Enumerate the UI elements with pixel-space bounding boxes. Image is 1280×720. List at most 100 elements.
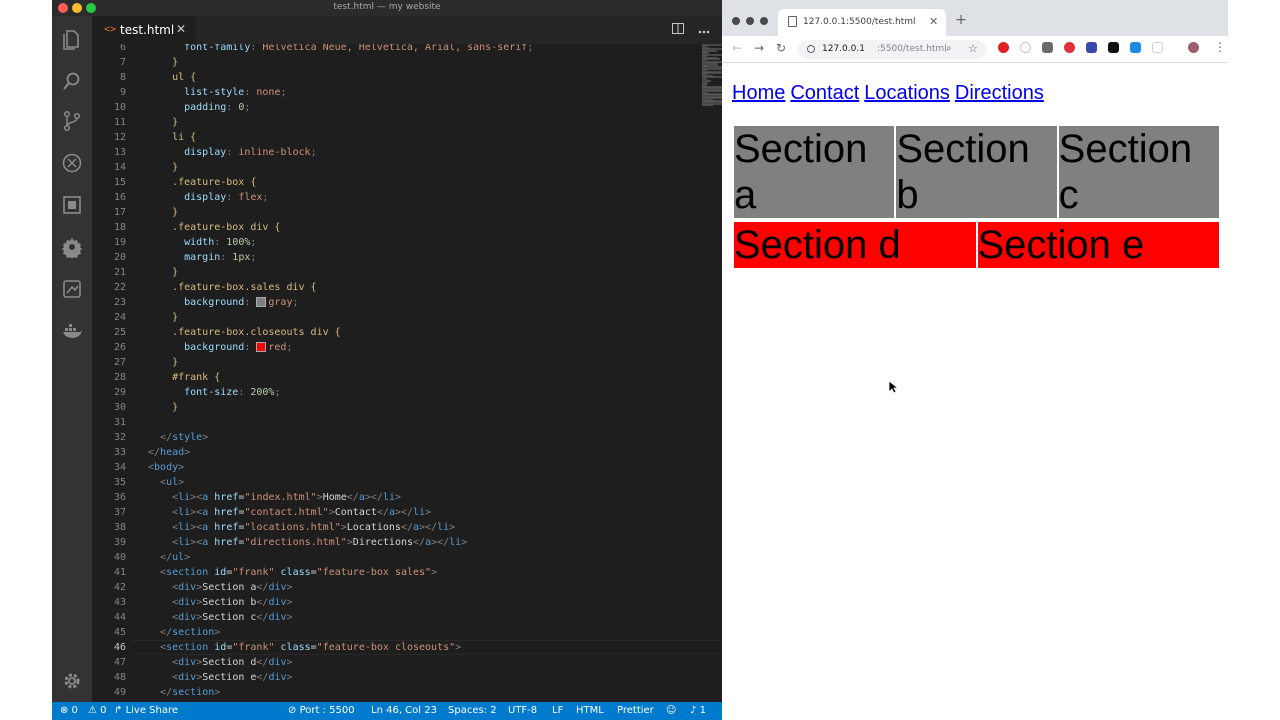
encoding[interactable]: UTF-8 (508, 705, 537, 716)
notifications-button[interactable]: ♪ 1 (690, 705, 706, 716)
code-line[interactable]: 26 background: red; (92, 340, 712, 355)
split-editor-icon[interactable] (672, 23, 685, 34)
code-line[interactable]: 39 <li><a href="directions.html">Directi… (92, 535, 712, 550)
code-line[interactable]: 6 font-family: Helvetica Neue, Helvetica… (92, 44, 712, 55)
code-line[interactable]: 22 .feature-box.sales div { (92, 280, 712, 295)
back-arrow-icon[interactable]: ← (732, 41, 742, 55)
feedback-icon[interactable]: ☺ (666, 705, 676, 716)
tab-test-html[interactable]: <> test.html ✕ (92, 16, 196, 44)
nav-link-locations[interactable]: Locations (864, 82, 950, 104)
code-line[interactable]: 27 } (92, 355, 712, 370)
code-line[interactable]: 8 ul { (92, 70, 712, 85)
code-line[interactable]: 45 </section> (92, 625, 712, 640)
code-line[interactable]: 44 <div>Section c</div> (92, 610, 712, 625)
errors-count[interactable]: ⊗ 0 (60, 705, 78, 716)
zoom-window-button[interactable] (760, 17, 768, 25)
nav-link-directions[interactable]: Directions (955, 82, 1044, 104)
explorer-icon[interactable] (61, 28, 83, 50)
code-line[interactable]: 24 } (92, 310, 712, 325)
remote-explorer-icon[interactable] (61, 278, 83, 300)
code-line[interactable]: 38 <li><a href="locations.html">Location… (92, 520, 712, 535)
code-line[interactable]: 31 (92, 415, 712, 430)
code-line[interactable]: 28 #frank { (92, 370, 712, 385)
minimap[interactable] (702, 44, 722, 114)
address-bar[interactable]: 127.0.0.1 :5500/test.html ⌕ ☆ (798, 40, 986, 59)
code-line[interactable]: 11 } (92, 115, 712, 130)
code-line[interactable]: 23 background: gray; (92, 295, 712, 310)
extension-block-icon[interactable] (1064, 42, 1075, 53)
profile-avatar[interactable] (1188, 42, 1199, 53)
code-line[interactable]: 7 } (92, 55, 712, 70)
code-line[interactable]: 30 } (92, 400, 712, 415)
code-line[interactable]: 13 display: inline-block; (92, 145, 712, 160)
prettier-status[interactable]: Prettier (617, 705, 654, 716)
code-line[interactable]: 10 padding: 0; (92, 100, 712, 115)
code-line[interactable]: 15 .feature-box { (92, 175, 712, 190)
more-actions-icon[interactable] (698, 30, 710, 34)
extension-dark-icon[interactable] (1042, 42, 1053, 53)
extension-gray-icon[interactable] (1020, 42, 1031, 53)
code-line[interactable]: 35 <ul> (92, 475, 712, 490)
indentation[interactable]: Spaces: 2 (448, 705, 497, 716)
code-line[interactable]: 36 <li><a href="index.html">Home</a></li… (92, 490, 712, 505)
puzzle-icon[interactable] (61, 236, 83, 258)
nav-link-contact[interactable]: Contact (790, 82, 859, 104)
browser-tab[interactable]: 127.0.0.1:5500/test.html ✕ (778, 9, 946, 36)
warnings-count[interactable]: ⚠ 0 (88, 705, 107, 716)
code-line[interactable]: 46 <section id="frank" class="feature-bo… (92, 640, 712, 655)
chrome-menu-icon[interactable]: ⋮ (1214, 40, 1226, 54)
extension-z-icon[interactable] (1086, 42, 1097, 53)
code-line[interactable]: 20 margin: 1px; (92, 250, 712, 265)
live-server-port[interactable]: ⊘ Port : 5500 (288, 705, 355, 716)
close-tab-icon[interactable]: ✕ (929, 15, 938, 28)
code-line[interactable]: 47 <div>Section d</div> (92, 655, 712, 670)
code-editor[interactable]: 6 font-family: Helvetica Neue, Helvetica… (92, 44, 722, 702)
code-line[interactable]: 29 font-size: 200%; (92, 385, 712, 400)
end-of-line[interactable]: LF (552, 705, 563, 716)
code-line[interactable]: 21 } (92, 265, 712, 280)
docker-icon[interactable] (61, 320, 83, 342)
extension-blue-icon[interactable] (1130, 42, 1141, 53)
close-tab-icon[interactable]: ✕ (176, 22, 186, 36)
code-line[interactable]: 41 <section id="frank" class="feature-bo… (92, 565, 712, 580)
code-line[interactable]: 12 li { (92, 130, 712, 145)
zoom-search-icon[interactable]: ⌕ (946, 43, 952, 54)
new-tab-plus-icon[interactable]: + (954, 13, 968, 27)
minimize-window-button[interactable] (746, 17, 754, 25)
code-line[interactable]: 37 <li><a href="contact.html">Contact</a… (92, 505, 712, 520)
color-swatch[interactable] (256, 297, 267, 307)
close-window-button[interactable] (732, 17, 740, 25)
color-swatch[interactable] (256, 342, 267, 352)
cursor-position[interactable]: Ln 46, Col 23 (371, 705, 437, 716)
code-line[interactable]: 43 <div>Section b</div> (92, 595, 712, 610)
extension-red-icon[interactable] (998, 42, 1009, 53)
forward-arrow-icon[interactable]: → (754, 41, 764, 55)
code-line[interactable]: 16 display: flex; (92, 190, 712, 205)
code-line[interactable]: 49 </section> (92, 685, 712, 700)
nav-link-home[interactable]: Home (732, 82, 785, 104)
language-mode[interactable]: HTML (576, 705, 604, 716)
live-share-button[interactable]: ↱ Live Share (114, 705, 178, 716)
extension-play-icon[interactable] (1108, 42, 1119, 53)
search-icon[interactable] (61, 70, 83, 92)
code-line[interactable]: 32 </style> (92, 430, 712, 445)
extension-light-icon[interactable] (1152, 42, 1163, 53)
extensions-icon[interactable] (61, 194, 83, 216)
code-line[interactable]: 19 width: 100%; (92, 235, 712, 250)
reload-icon[interactable]: ↻ (776, 41, 786, 55)
code-line[interactable]: 48 <div>Section e</div> (92, 670, 712, 685)
code-line[interactable]: 9 list-style: none; (92, 85, 712, 100)
settings-gear-icon[interactable] (61, 670, 83, 692)
site-info-icon[interactable] (807, 45, 815, 53)
code-line[interactable]: 34 <body> (92, 460, 712, 475)
code-line[interactable]: 33 </head> (92, 445, 712, 460)
bookmark-star-icon[interactable]: ☆ (968, 42, 978, 55)
code-line[interactable]: 42 <div>Section a</div> (92, 580, 712, 595)
code-line[interactable]: 14 } (92, 160, 712, 175)
code-line[interactable]: 17 } (92, 205, 712, 220)
code-line[interactable]: 40 </ul> (92, 550, 712, 565)
source-control-icon[interactable] (61, 110, 83, 132)
code-line[interactable]: 18 .feature-box div { (92, 220, 712, 235)
debug-icon[interactable] (61, 152, 83, 174)
code-line[interactable]: 25 .feature-box.closeouts div { (92, 325, 712, 340)
